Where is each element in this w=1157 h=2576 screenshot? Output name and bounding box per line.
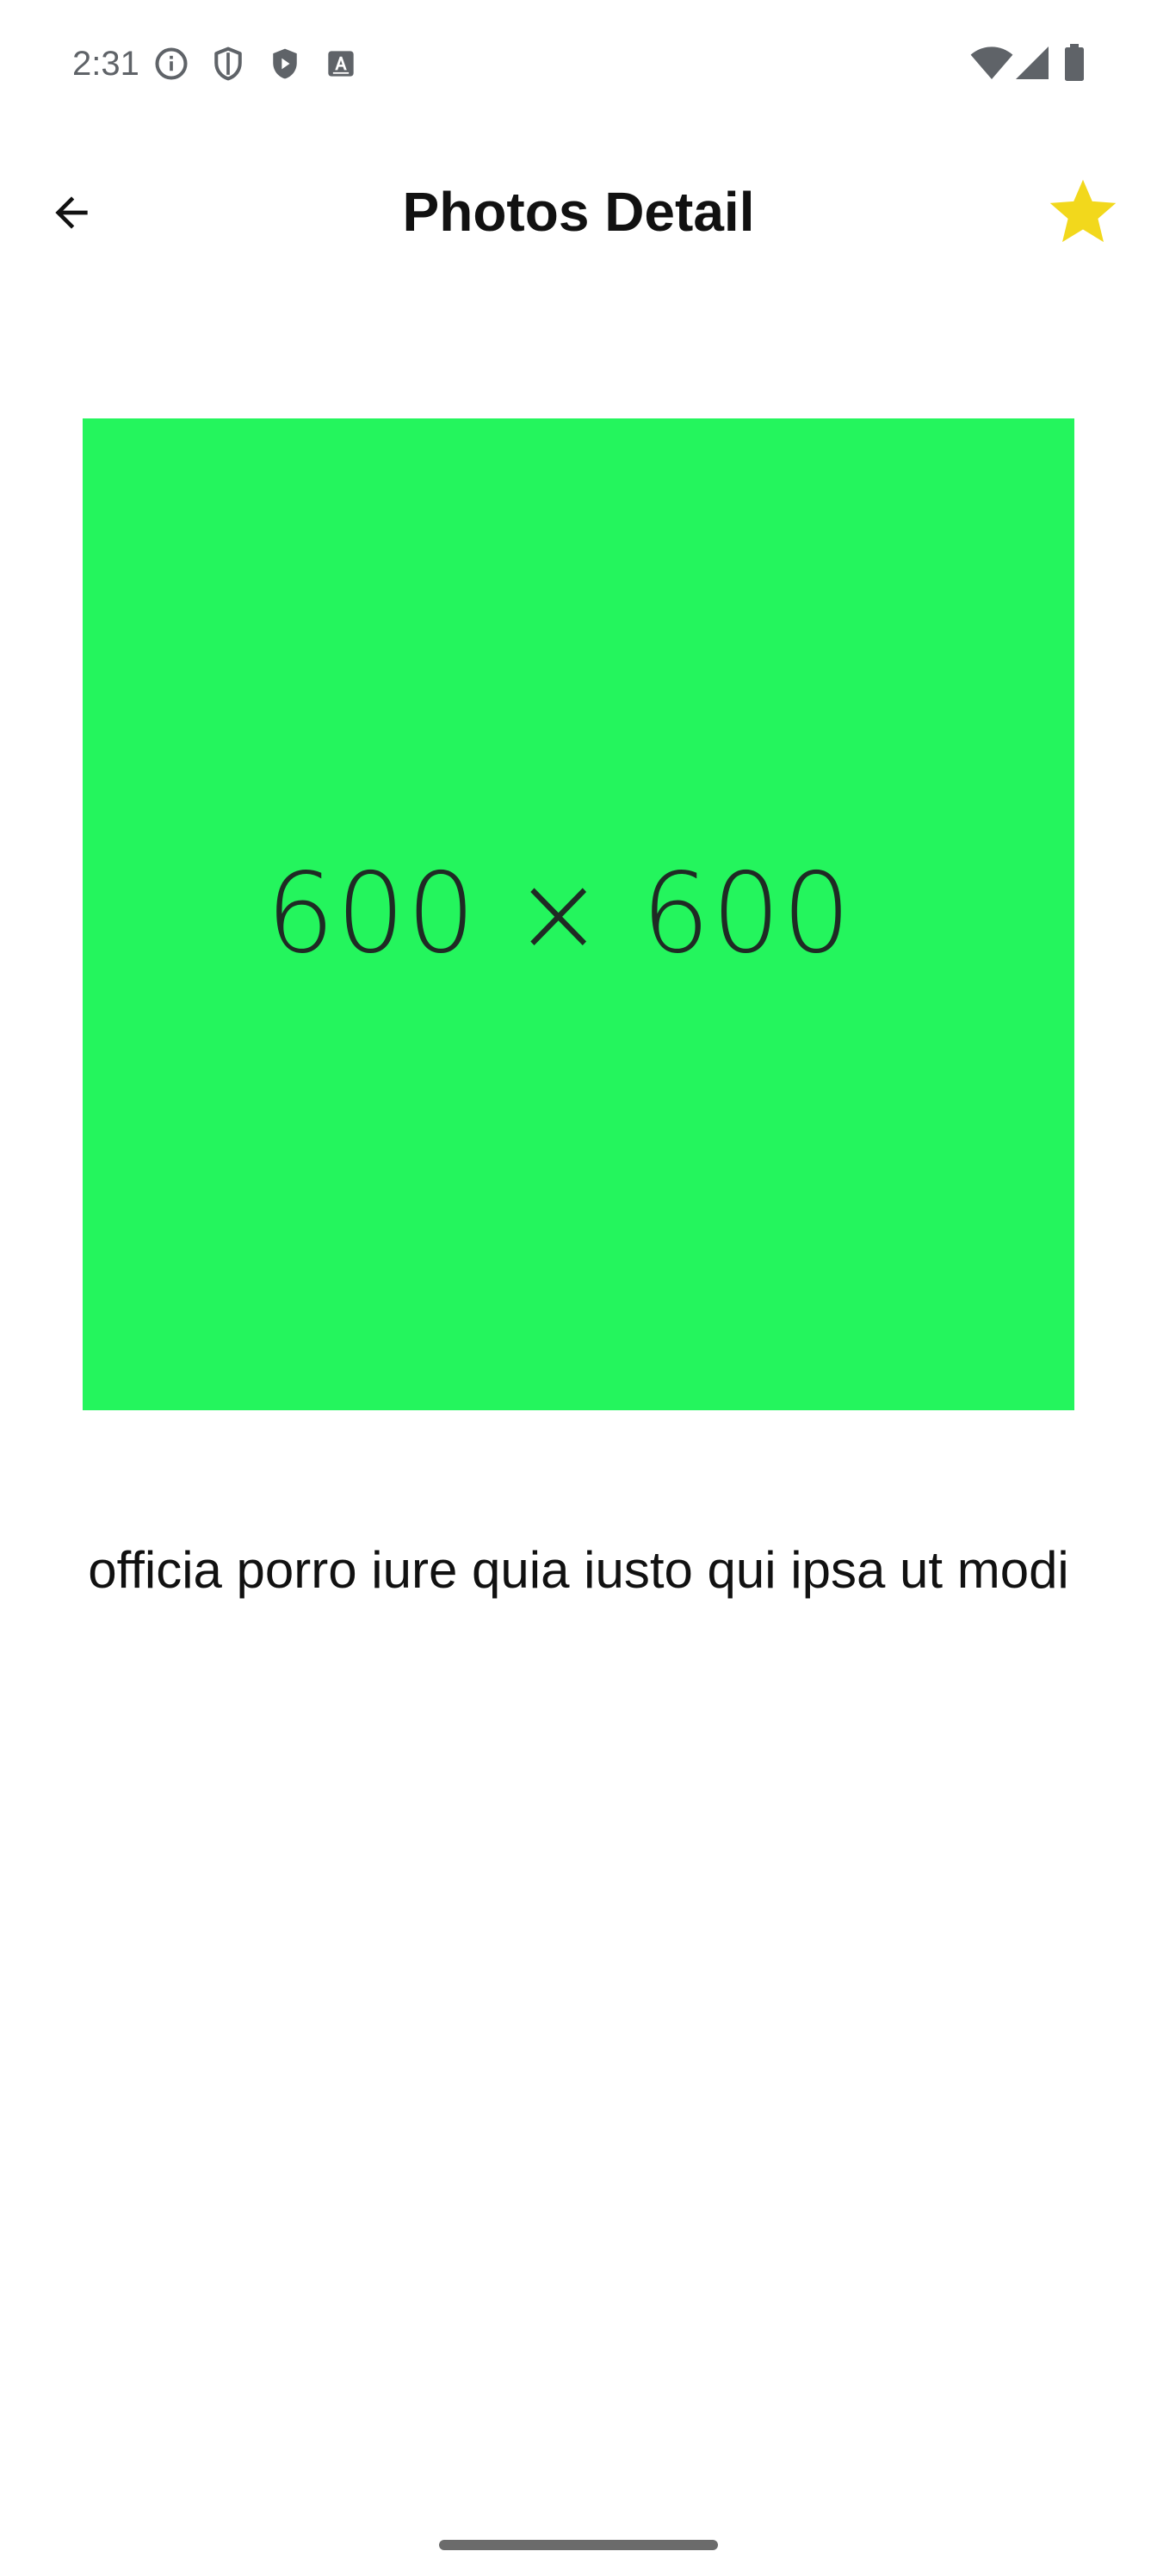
photo: 600 × 600 [83, 418, 1074, 1410]
shield-icon [209, 45, 247, 83]
photo-dimensions-label: 600 × 600 [266, 850, 853, 978]
arrow-left-icon [47, 189, 96, 237]
status-bar: 2:31 [0, 0, 1157, 129]
battery-icon [1062, 43, 1086, 83]
photo-caption: officia porro iure quia iusto qui ipsa u… [88, 1541, 1069, 1599]
home-indicator[interactable] [439, 2540, 718, 2550]
status-time: 2:31 [72, 45, 139, 83]
star-icon [1047, 177, 1119, 251]
favorite-button[interactable] [1042, 172, 1124, 255]
keyboard-a-icon [322, 45, 360, 83]
info-icon [152, 45, 190, 83]
cellular-signal-icon [1014, 43, 1050, 83]
page-title: Photos Detail [402, 181, 755, 243]
app-bar: Photos Detail [0, 129, 1157, 293]
back-button[interactable] [40, 181, 103, 245]
wifi-icon [969, 43, 1014, 83]
play-protect-icon [266, 45, 304, 83]
